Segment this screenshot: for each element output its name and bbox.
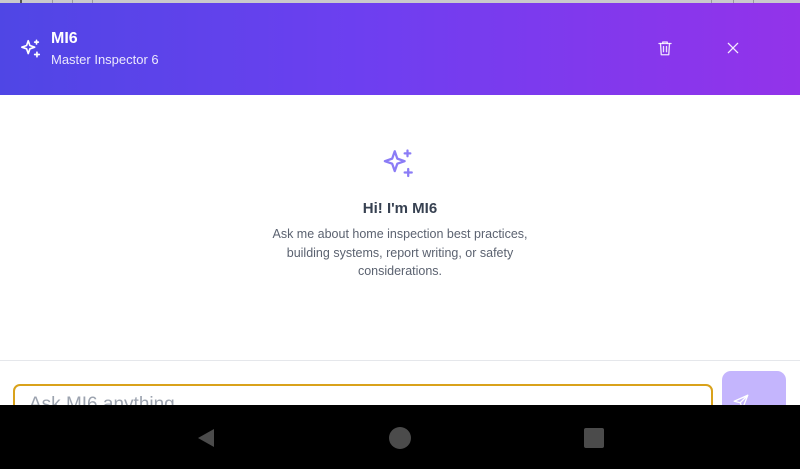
chat-header: MI6 Master Inspector 6 (0, 3, 800, 95)
send-button[interactable] (722, 371, 786, 406)
sparkles-icon (21, 39, 41, 58)
welcome-panel: Hi! I'm MI6 Ask me about home inspection… (0, 95, 800, 360)
close-icon (727, 42, 739, 54)
welcome-greeting: Hi! I'm MI6 (362, 200, 438, 217)
clear-chat-button[interactable] (649, 32, 681, 64)
assistant-title: MI6 (51, 30, 78, 47)
android-nav-bar (0, 405, 800, 469)
message-input[interactable]: Ask MI6 anything... (13, 384, 713, 406)
back-icon[interactable] (194, 426, 218, 450)
sparkles-icon (383, 149, 413, 178)
recents-icon[interactable] (582, 426, 606, 450)
home-icon[interactable] (388, 426, 412, 450)
close-button[interactable] (717, 32, 749, 64)
assistant-subtitle: Master Inspector 6 (51, 52, 159, 67)
message-composer: Ask MI6 anything... (0, 360, 800, 406)
welcome-description: Ask me about home inspection best practi… (272, 227, 528, 278)
trash-icon (658, 41, 672, 56)
